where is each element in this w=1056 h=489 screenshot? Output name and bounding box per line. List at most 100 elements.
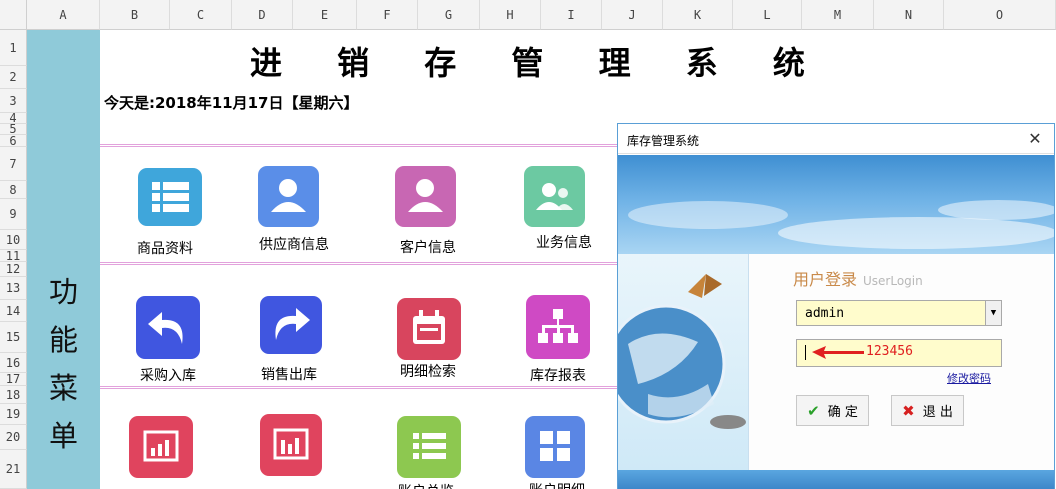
row-number: 15	[5, 330, 21, 344]
menu-vertical-label: 功 能 菜 单	[27, 268, 100, 460]
row-header[interactable]: 20	[0, 425, 27, 450]
row-header[interactable]: 18	[0, 386, 27, 404]
row-number: 20	[5, 430, 21, 444]
login-heading-text: 用户登录	[793, 270, 858, 289]
person-icon	[408, 179, 443, 212]
menu-column: 功 能 菜 单	[27, 30, 100, 489]
column-header[interactable]: I	[541, 0, 602, 30]
tile-sales-out[interactable]	[260, 296, 322, 354]
ok-button[interactable]: ✔ 确 定	[796, 395, 869, 426]
row-header[interactable]: 11	[0, 250, 27, 262]
row-header[interactable]: 10	[0, 230, 27, 250]
row-number: 12	[5, 262, 21, 276]
tile-label: 账户总览	[371, 481, 481, 489]
row-header[interactable]: 14	[0, 300, 27, 322]
row-header[interactable]: 6	[0, 135, 27, 147]
tile-label: 供应商信息	[259, 237, 329, 253]
login-dialog: 库存管理系统 ✕ 用户登录 UserLogin admin ▼ 123456 修…	[606, 123, 1056, 489]
spreadsheet: ABCDEFGHIJKLMNO 1 2 3 4 5 6 7 8 9 10 11 12 13 14 15 16 1…	[0, 0, 1056, 489]
row-number: 16	[5, 355, 21, 370]
row-number: 1	[9, 40, 17, 55]
row-header[interactable]: 3	[0, 89, 27, 113]
row-header[interactable]: 8	[0, 181, 27, 199]
tile-chart-1[interactable]	[129, 416, 193, 478]
change-password-link[interactable]: 修改密码	[947, 370, 991, 386]
sky-banner	[618, 155, 1056, 254]
separator-line	[100, 262, 620, 265]
login-heading: 用户登录 UserLogin	[793, 266, 923, 290]
row-header[interactable]: 15	[0, 322, 27, 353]
tile-label: 采购入库	[140, 368, 196, 384]
tile-label: 明细检索	[400, 364, 456, 380]
tile-chart-2[interactable]	[260, 414, 322, 476]
column-header[interactable]: B	[100, 0, 170, 30]
menu-label-char: 功	[48, 275, 78, 309]
cloud-decoration	[628, 200, 1056, 249]
login-heading-en: UserLogin	[863, 274, 923, 288]
group-icon	[536, 183, 573, 210]
exit-button[interactable]: ✖ 退 出	[891, 395, 964, 426]
tile-supplier[interactable]	[258, 166, 319, 227]
column-header[interactable]: N	[874, 0, 944, 30]
tile-detail-search[interactable]	[397, 298, 461, 360]
column-header[interactable]: J	[602, 0, 663, 30]
text-caret	[805, 345, 806, 360]
column-header[interactable]: K	[663, 0, 733, 30]
grid-icon	[540, 431, 570, 461]
column-header[interactable]: E	[293, 0, 357, 30]
globe-panel	[606, 254, 748, 470]
row-number: 3	[9, 93, 17, 108]
tile-customer[interactable]	[395, 166, 456, 227]
row-header[interactable]: 21	[0, 450, 27, 489]
tile-label: 客户信息	[400, 240, 456, 256]
column-header[interactable]: G	[418, 0, 480, 30]
close-button[interactable]: ✕	[1024, 128, 1046, 148]
tile-product[interactable]	[138, 168, 202, 226]
column-header[interactable]: C	[170, 0, 232, 30]
column-header[interactable]: L	[733, 0, 802, 30]
dialog-title: 库存管理系统	[627, 134, 700, 148]
column-header[interactable]: F	[357, 0, 418, 30]
row-header[interactable]: 13	[0, 277, 27, 300]
menu-label-char: 能	[48, 323, 78, 357]
list-icon	[413, 433, 446, 459]
username-select[interactable]: admin ▼	[796, 300, 1002, 326]
column-header[interactable]: H	[480, 0, 541, 30]
list-icon	[152, 182, 189, 212]
dropdown-button[interactable]: ▼	[985, 301, 1001, 325]
today-date: 今天是:2018年11月17日【星期六】	[104, 94, 359, 112]
separator-line	[100, 386, 620, 389]
row-number: 18	[5, 387, 21, 402]
dialog-footer-band	[618, 470, 1054, 489]
tile-purchase-in[interactable]	[136, 296, 200, 359]
column-header[interactable]: O	[944, 0, 1056, 30]
dialog-titlebar[interactable]: 库存管理系统 ✕	[618, 124, 1054, 154]
row-header[interactable]: 12	[0, 262, 27, 277]
tile-account-overview[interactable]	[397, 416, 461, 478]
row-number: 9	[9, 207, 17, 221]
exit-label: 退 出	[922, 405, 953, 420]
menu-label-char: 菜	[48, 371, 78, 405]
column-header[interactable]: A	[27, 0, 100, 30]
row-header[interactable]: 7	[0, 147, 27, 181]
tile-business[interactable]	[524, 166, 585, 227]
row-number: 21	[5, 462, 21, 476]
select-all-corner[interactable]	[0, 0, 27, 30]
calendar-icon	[413, 310, 445, 344]
row-header[interactable]: 1	[0, 30, 27, 66]
row-number: 10	[5, 232, 21, 247]
tile-stock-report[interactable]	[526, 295, 590, 359]
column-header[interactable]: M	[802, 0, 874, 30]
row-header[interactable]: 9	[0, 199, 27, 230]
tile-account-detail[interactable]	[525, 416, 585, 478]
row-number: 19	[5, 407, 21, 421]
org-chart-icon	[538, 309, 578, 343]
row-header[interactable]: 16	[0, 353, 27, 373]
menu-label-char: 单	[48, 419, 78, 453]
column-header[interactable]: D	[232, 0, 293, 30]
cross-icon: ✖	[902, 401, 915, 420]
row-number: 11	[5, 248, 21, 263]
row-header[interactable]: 17	[0, 373, 27, 386]
row-header[interactable]: 2	[0, 66, 27, 89]
row-header[interactable]: 19	[0, 404, 27, 425]
